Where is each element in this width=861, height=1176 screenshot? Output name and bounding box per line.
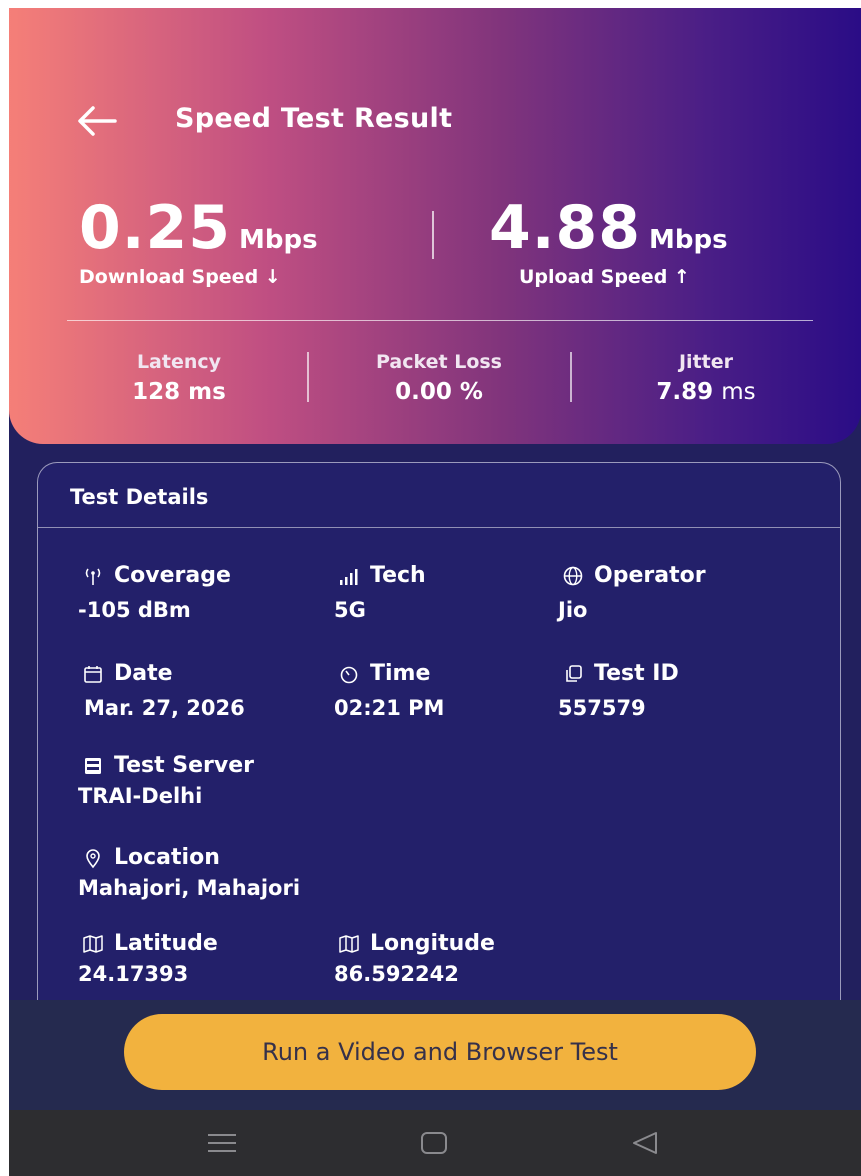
details-divider (38, 527, 840, 528)
operator-label: Operator (594, 563, 706, 588)
latency-value: 128 ms (132, 379, 226, 405)
run-video-browser-test-button[interactable]: Run a Video and Browser Test (124, 1014, 756, 1090)
nav-back-button[interactable] (629, 1128, 663, 1158)
app-screen: Speed Test Result 0.25 Mbps Download Spee… (9, 8, 861, 1176)
back-triangle-icon (633, 1132, 657, 1154)
arrow-left-icon (78, 106, 117, 136)
time-value: 02:21 PM (334, 696, 445, 720)
test-id-value: 557579 (558, 696, 646, 720)
download-speed-value: 0.25 (79, 193, 232, 263)
download-speed-unit: Mbps (239, 225, 318, 255)
timer-icon (334, 662, 364, 686)
latency-label: Latency (136, 351, 222, 373)
location-pin-icon (78, 846, 108, 870)
antenna-icon (78, 564, 108, 588)
home-square-icon (421, 1132, 447, 1154)
longitude-value: 86.592242 (334, 962, 459, 986)
upload-speed-unit: Mbps (649, 225, 728, 255)
test-server-field: Test Server TRAI-Delhi (78, 753, 254, 808)
packet-loss-value: 0.00 % (395, 379, 483, 405)
jitter-label: Jitter (678, 351, 733, 373)
result-header: Speed Test Result 0.25 Mbps Download Spee… (9, 8, 861, 444)
date-field: Date Mar. 27, 2026 (78, 661, 245, 720)
speed-divider (432, 211, 434, 259)
jitter-unit: ms (721, 379, 756, 405)
metric-divider (570, 352, 572, 402)
download-speed-label: Download Speed ↓ (79, 266, 281, 288)
upload-speed-value: 4.88 (489, 193, 642, 263)
nav-menu-button[interactable] (205, 1128, 239, 1158)
test-server-value: TRAI-Delhi (78, 784, 203, 808)
jitter-metric: Jitter 7.89 ms (621, 351, 791, 405)
metric-divider (307, 352, 309, 402)
upload-speed-label: Upload Speed ↑ (519, 266, 690, 288)
test-id-field: Test ID 557579 (558, 661, 679, 720)
tech-field: Tech 5G (334, 563, 426, 622)
map-icon (334, 932, 364, 956)
time-label: Time (370, 661, 431, 686)
tech-value: 5G (334, 598, 366, 622)
latitude-label: Latitude (114, 931, 218, 956)
system-navigation-bar (9, 1110, 861, 1176)
time-field: Time 02:21 PM (334, 661, 444, 720)
longitude-label: Longitude (370, 931, 495, 956)
test-id-label: Test ID (594, 661, 679, 686)
back-button[interactable] (75, 104, 119, 138)
upload-speed-block: 4.88 Mbps Upload Speed ↑ (489, 196, 728, 288)
latitude-value: 24.17393 (78, 962, 189, 986)
date-value: Mar. 27, 2026 (84, 696, 245, 720)
jitter-number: 7.89 (656, 379, 714, 405)
coverage-value: -105 dBm (78, 598, 191, 622)
operator-value: Jio (558, 598, 588, 622)
jitter-value: 7.89 ms (621, 379, 791, 405)
copy-icon[interactable] (558, 662, 588, 686)
map-icon (78, 932, 108, 956)
packet-loss-metric: Packet Loss 0.00 % (339, 351, 539, 405)
tech-label: Tech (370, 563, 426, 588)
location-value: Mahajori, Mahajori (78, 876, 301, 900)
coverage-label: Coverage (114, 563, 231, 588)
nav-home-button[interactable] (417, 1128, 451, 1158)
page-title: Speed Test Result (175, 103, 453, 134)
signal-bars-icon (334, 564, 364, 588)
latency-metric: Latency 128 ms (109, 351, 249, 405)
menu-icon (208, 1134, 236, 1152)
bottom-action-area: Run a Video and Browser Test (9, 1000, 861, 1110)
location-field: Location Mahajori, Mahajori (78, 845, 300, 900)
test-details-card: Test Details Coverage -105 dBm Tech 5G O… (37, 462, 841, 1022)
test-server-label: Test Server (114, 753, 255, 778)
operator-field: Operator Jio (558, 563, 706, 622)
location-label: Location (114, 845, 220, 870)
date-label: Date (114, 661, 173, 686)
globe-icon (558, 564, 588, 588)
longitude-field: Longitude 86.592242 (334, 931, 495, 986)
server-icon (78, 754, 108, 778)
coverage-field: Coverage -105 dBm (78, 563, 231, 622)
details-title: Test Details (70, 485, 209, 509)
calendar-icon (78, 662, 108, 686)
packet-loss-label: Packet Loss (376, 351, 502, 373)
latitude-field: Latitude 24.17393 (78, 931, 218, 986)
header-divider (67, 320, 813, 321)
download-speed-block: 0.25 Mbps Download Speed ↓ (79, 196, 318, 288)
